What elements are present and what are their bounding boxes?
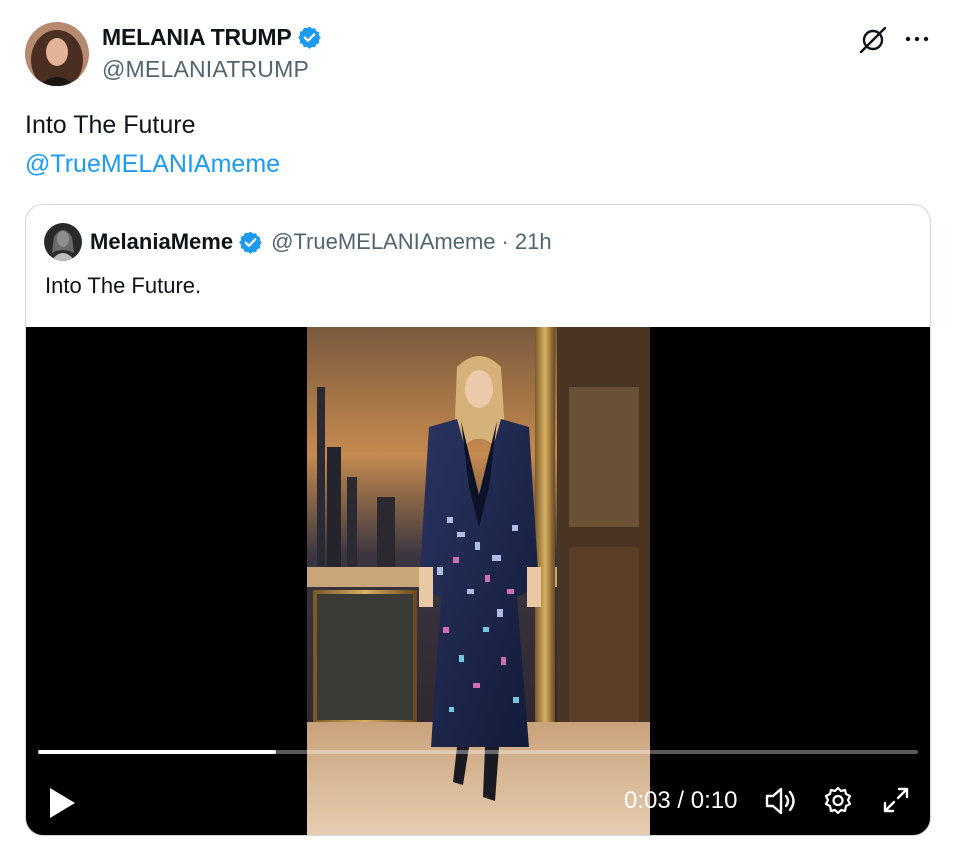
quoted-tweet-card[interactable]: MelaniaMeme @TrueMELANIAmeme · 21h Into … <box>25 204 931 836</box>
quoted-header: MelaniaMeme @TrueMELANIAmeme · 21h <box>90 229 552 255</box>
author-handle[interactable]: @MELANIATRUMP <box>102 56 309 83</box>
video-progress-bar[interactable] <box>38 750 918 754</box>
video-time-label: 0:03 / 0:10 <box>624 787 738 814</box>
more-options-icon[interactable] <box>902 24 932 54</box>
tweet-mention-link[interactable]: @TrueMELANIAmeme <box>25 150 280 179</box>
author-avatar[interactable] <box>25 22 89 86</box>
tweet-text: Into The Future <box>25 111 196 139</box>
settings-icon[interactable] <box>822 785 854 817</box>
verified-badge-icon <box>298 26 322 49</box>
play-icon[interactable] <box>46 785 78 821</box>
video-progress-fill <box>38 750 276 754</box>
quoted-display-name[interactable]: MelaniaMeme <box>90 229 233 255</box>
author-name-row: MELANIA TRUMP <box>102 24 322 51</box>
quoted-timestamp[interactable]: 21h <box>515 229 552 255</box>
author-display-name[interactable]: MELANIA TRUMP <box>102 24 292 51</box>
quoted-handle[interactable]: @TrueMELANIAmeme <box>271 229 495 255</box>
separator-dot: · <box>501 229 509 254</box>
volume-icon[interactable] <box>764 785 798 817</box>
verified-badge-icon <box>239 231 262 254</box>
fullscreen-icon[interactable] <box>881 785 911 815</box>
quoted-tweet-text: Into The Future. <box>45 273 202 298</box>
quoted-author-avatar[interactable] <box>44 223 82 261</box>
grok-slash-icon[interactable] <box>857 24 889 56</box>
video-thumbnail-image <box>307 327 650 835</box>
video-frame[interactable] <box>307 327 650 835</box>
video-player[interactable]: 0:03 / 0:10 <box>26 327 930 835</box>
